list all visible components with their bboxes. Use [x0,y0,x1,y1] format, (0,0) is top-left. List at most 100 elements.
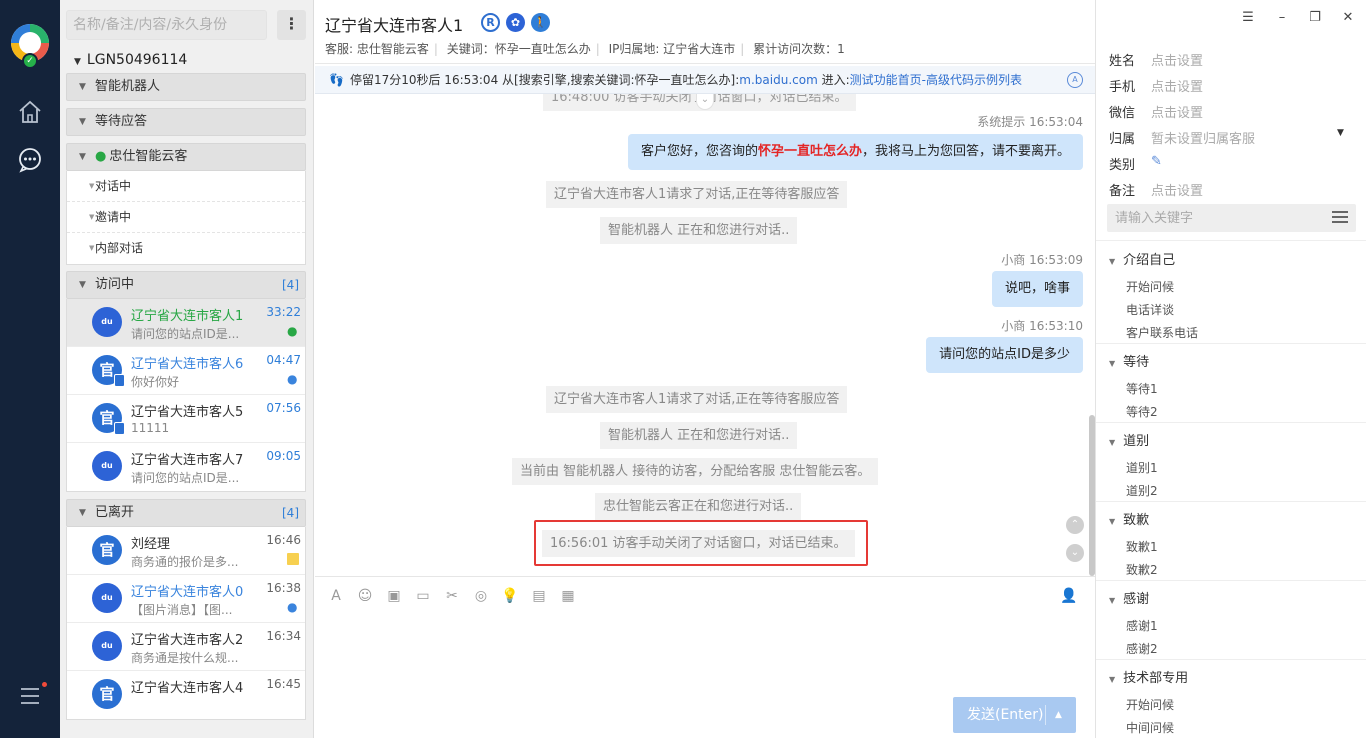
quick-reply-item[interactable]: 致歉1 [1126,538,1158,555]
send-button[interactable]: 发送(Enter) ▲ [953,697,1076,733]
online-dot-icon: ● [95,149,107,164]
visitor-name: 辽宁省大连市客人0 [131,585,244,600]
group-agent[interactable]: ▼ ● 忠仕智能云客 [66,143,306,171]
translate-icon[interactable]: A [1067,72,1083,88]
quick-group[interactable]: ▼ 致歉 [1109,509,1149,528]
quick-reply-item[interactable]: 电话详谈 [1126,301,1174,318]
field-value[interactable]: 点击设置 [1151,76,1203,95]
message-meta: 系统提示 16:53:04 [977,115,1083,129]
quick-group[interactable]: ▼ 等待 [1109,351,1149,370]
account-node[interactable]: ▼ LGN50496114 [74,52,187,68]
lightbulb-icon[interactable]: 💡 [500,586,520,606]
font-icon[interactable]: A [326,586,346,606]
minimize-icon[interactable]: – [1274,10,1290,25]
visitor-last-msg: 商务通是按什么规... [131,651,239,665]
quick-group[interactable]: ▼ 道别 [1109,430,1149,449]
bubble-text: ，我将马上为您回答，请不要离开。 [861,144,1070,159]
group-robot[interactable]: ▼ 智能机器人 [66,73,306,101]
trail-target-link[interactable]: 测试功能首页-高级代码示例列表 [850,73,1022,87]
edit-pencil-icon[interactable]: ✎ [1151,154,1162,169]
quick-reply-item[interactable]: 等待2 [1126,403,1158,420]
menu-icon[interactable] [17,683,43,709]
search-input[interactable] [66,10,267,40]
collapse-triangle-icon: ▼ [1109,596,1116,605]
send-label: 发送(Enter) [967,707,1044,723]
group-waiting[interactable]: ▼ 等待应答 [66,108,306,136]
folder-icon[interactable]: ▭ [413,586,433,606]
scroll-bottom-icon[interactable]: ⌄ [1066,544,1084,562]
transfer-user-icon[interactable]: 👤 [1059,586,1079,606]
quick-group[interactable]: ▼ 介绍自己 [1109,249,1175,268]
save-icon[interactable]: ▦ [558,586,578,606]
system-message: 辽宁省大连市客人1请求了对话,正在等待客服应答 [546,181,848,208]
quick-reply-item[interactable]: 道别2 [1126,482,1158,499]
collapse-triangle-icon: ▼ [1109,257,1116,266]
list-item[interactable]: 官 辽宁省大连市客人5 11111 07:56 [67,395,305,443]
sub-item-inviting[interactable]: ▼ 邀请中 [67,202,305,233]
sub-item-chatting[interactable]: ▼ 对话中 [67,171,305,202]
visiting-list: du 辽宁省大连市客人1 请问您的站点ID是... 33:22 ● 官 辽宁省大… [66,299,306,492]
field-value[interactable]: 点击设置 [1151,180,1203,199]
dropdown-arrow-icon[interactable]: ▼ [1337,128,1344,138]
left-list: 官 刘经理 商务通的报价是多... 16:46 du 辽宁省大连市客人0 【图片… [66,527,306,720]
keyword-search-input[interactable] [1107,204,1356,232]
screen-capture-icon[interactable]: ◎ [471,586,491,606]
quick-reply-item[interactable]: 客户联系电话 [1126,324,1198,341]
scissors-icon[interactable]: ✂ [442,586,462,606]
list-item[interactable]: 官 刘经理 商务通的报价是多... 16:46 [67,527,305,575]
sub-item-internal[interactable]: ▼ 内部对话 [67,233,305,264]
visitor-last-msg: 商务通的报价是多... [131,555,239,569]
bubble-text: 客户您好，您咨询的 [640,144,758,159]
list-item[interactable]: 官 辽宁省大连市客人6 你好你好 04:47 ● [67,347,305,395]
group-visiting[interactable]: ▼ 访问中 [4] [66,271,306,299]
quick-reply-item[interactable]: 道别1 [1126,459,1158,476]
emoji-icon[interactable]: ☺ [355,586,375,606]
quick-reply-item[interactable]: 开始问候 [1126,696,1174,713]
nav-rail: ✓ [0,0,60,738]
more-options-button[interactable]: ⋮ [277,10,306,40]
close-icon[interactable]: ✕ [1340,10,1356,25]
list-item[interactable]: du 辽宁省大连市客人0 【图片消息】【图... 16:38 ● [67,575,305,623]
restore-icon[interactable]: ❐ [1307,10,1323,25]
quick-reply-item[interactable]: 感谢1 [1126,617,1158,634]
field-label: 类别 [1109,158,1136,173]
quick-reply-item[interactable]: 等待1 [1126,380,1158,397]
meta-ip: IP归属地: 辽宁省大连市 [608,42,736,56]
list-item[interactable]: du 辽宁省大连市客人7 请问您的站点ID是... 09:05 [67,443,305,491]
list-item[interactable]: du 辽宁省大连市客人1 请问您的站点ID是... 33:22 ● [67,299,305,347]
divider [1096,422,1366,423]
scroll-top-icon[interactable]: ⌃ [1066,516,1084,534]
home-icon[interactable] [17,99,43,125]
trail-source-link[interactable]: m.baidu.com [739,73,817,87]
sub-item-label: 对话中 [95,179,132,193]
group-left[interactable]: ▼ 已离开 [4] [66,499,306,527]
quick-group-title: 技术部专用 [1123,671,1189,686]
code-icon[interactable]: ▤ [529,586,549,606]
quick-group[interactable]: ▼ 技术部专用 [1109,667,1188,686]
quick-group-title: 致歉 [1123,513,1150,528]
list-item[interactable]: du 辽宁省大连市客人2 商务通是按什么规... 16:34 [67,623,305,671]
collapse-triangle-icon: ▼ [1109,517,1116,526]
divider [1045,705,1046,725]
person-icon: ● [287,372,298,386]
quick-reply-item[interactable]: 致歉2 [1126,561,1158,578]
chat-icon[interactable] [17,147,43,173]
field-value[interactable]: 点击设置 [1151,50,1203,69]
list-item[interactable]: 官 辽宁省大连市客人4 16:45 [67,671,305,719]
quick-reply-item[interactable]: 感谢2 [1126,640,1158,657]
official-avatar-icon: 官 [92,535,122,565]
caret-up-icon[interactable]: ▲ [1055,697,1062,733]
quick-group[interactable]: ▼ 感谢 [1109,588,1149,607]
owner-select[interactable]: 暂未设置归属客服 [1151,128,1255,147]
list-menu-icon[interactable] [1332,211,1348,224]
hamburger-icon[interactable]: ☰ [1240,10,1256,25]
quick-reply-item[interactable]: 开始问候 [1126,278,1174,295]
divider [1096,580,1366,581]
trail-prefix: 停留17分10秒后 16:53:04 从[搜索引擎,搜索关键词:怀孕一直吐怎么办… [349,73,740,87]
image-icon[interactable]: ▣ [384,586,404,606]
field-value[interactable]: 点击设置 [1151,102,1203,121]
baidu-avatar-icon: du [92,307,122,337]
chat-meta: 客服: 忠仕智能云客 | 关键词：怀孕一直吐怎么办 | IP归属地: 辽宁省大连市 |… [325,42,845,56]
visitor-name: 辽宁省大连市客人1 [131,309,244,324]
quick-reply-item[interactable]: 中间问候 [1126,719,1174,736]
